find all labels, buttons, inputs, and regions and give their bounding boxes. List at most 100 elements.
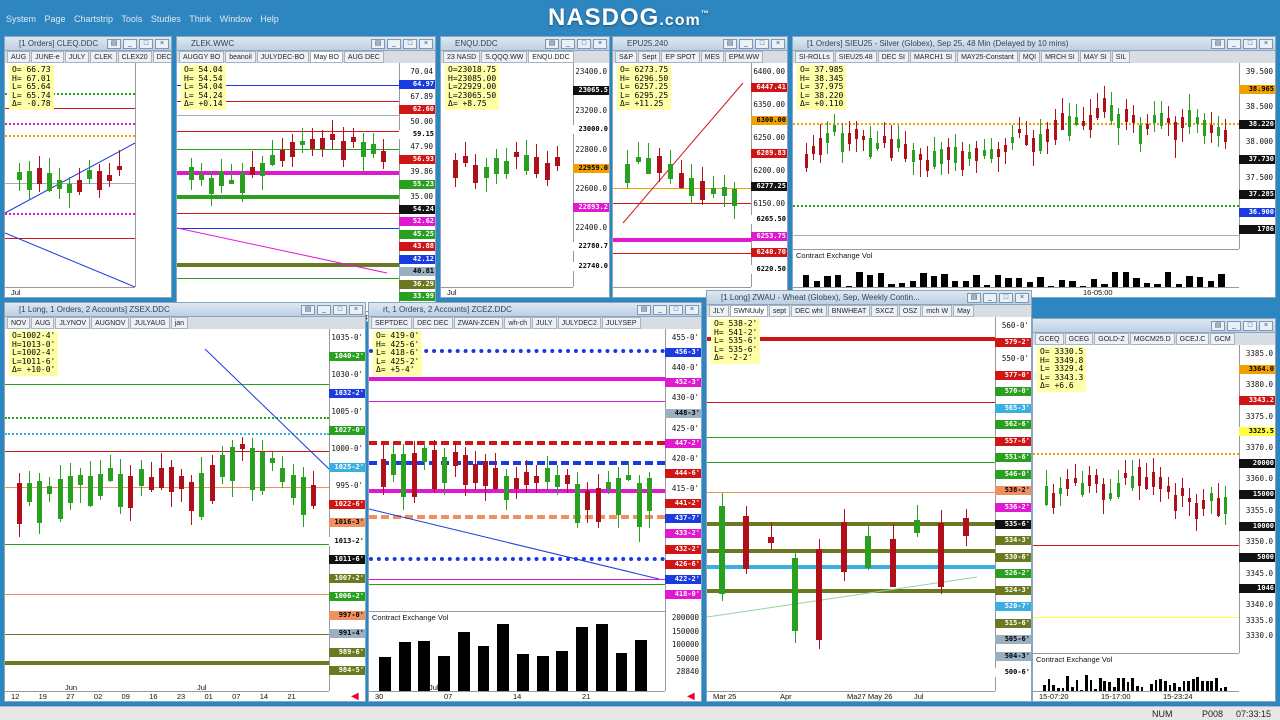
tab-june-e[interactable]: JUNE-e [31, 51, 64, 63]
tab-julyaug[interactable]: JULYAUG [130, 317, 170, 329]
chart-window-zcez[interactable]: rt, 1 Orders, 2 Accounts] ZCEZ.DDC ▤ _ □ × SE… [368, 302, 702, 702]
menu-items[interactable]: System Page Chartstrip Tools Studies Thi… [6, 14, 279, 24]
close-button[interactable]: × [1015, 293, 1029, 303]
chart-icon[interactable]: ▤ [1211, 39, 1225, 49]
tab-sept[interactable]: Sept [638, 51, 661, 63]
trendline[interactable] [5, 142, 135, 214]
trendline[interactable] [369, 508, 660, 580]
chart-icon[interactable]: ▤ [637, 305, 651, 315]
close-button[interactable]: × [1259, 321, 1273, 331]
tab-septdec[interactable]: SEPTDEC [371, 317, 413, 329]
price-scale[interactable]: 23400.0 23065.5 23200.0 23000.0 22800.0 22959… [573, 63, 609, 287]
tab-july[interactable]: JULY [64, 51, 90, 63]
maximize-button[interactable]: □ [1243, 321, 1257, 331]
tab-clek[interactable]: CLEK [90, 51, 117, 63]
close-button[interactable]: × [771, 39, 785, 49]
tab-augnov[interactable]: AUGNOV [91, 317, 130, 329]
price-scale[interactable] [135, 63, 171, 287]
price-scale[interactable]: 6400.00 6447.41 6350.00 6300.00 6250.00 6289.… [751, 63, 787, 287]
tab-sept[interactable]: sept [768, 305, 791, 317]
tab-jan[interactable]: jan [170, 317, 188, 329]
chart-icon[interactable]: ▤ [301, 305, 315, 315]
tab-july[interactable]: JULY [532, 317, 557, 329]
tab-aug[interactable]: AUG [7, 51, 31, 63]
maximize-button[interactable]: □ [333, 305, 347, 315]
price-scale[interactable]: 560-0' 579-2' 550-0' 577-0' 570-0' 565-3' 562-… [995, 317, 1031, 691]
maximize-button[interactable]: □ [755, 39, 769, 49]
maximize-button[interactable]: □ [577, 39, 591, 49]
price-scale[interactable]: 455-0' 456-3' 440-0' 452-3' 430-0' 448-3' 425-… [665, 329, 701, 611]
tab-auggy-bo[interactable]: AUGGY BO [179, 51, 225, 63]
chart-icon[interactable]: ▤ [371, 39, 385, 49]
chart-icon[interactable]: ▤ [545, 39, 559, 49]
tab-sxcz[interactable]: SXCZ [871, 305, 898, 317]
tab-dec-dec[interactable]: DEC DEC [413, 317, 453, 329]
tab-julydec2[interactable]: JULYDEC2 [557, 317, 601, 329]
minimize-button[interactable]: _ [387, 39, 401, 49]
tab-23-nasd[interactable]: 23 NASD [443, 51, 481, 63]
tab-osz[interactable]: OSZ [898, 305, 922, 317]
close-button[interactable]: × [419, 39, 433, 49]
chart-window-cleq[interactable]: [1 Orders] CLEQ.DDC ▤ _ □ × AUG JUNE-e JULY CLEK… [4, 36, 172, 298]
tab-dec[interactable]: DEC [152, 51, 171, 63]
tab-may-si[interactable]: MAY SI [1079, 51, 1111, 63]
tab-jly[interactable]: JLY [709, 305, 729, 317]
scroll-arrow-icon[interactable]: ◀ [687, 692, 697, 702]
price-plot[interactable] [5, 329, 329, 691]
tab-enqu-ddc[interactable]: ENQU.DDC [528, 51, 574, 63]
trendline[interactable] [5, 232, 135, 287]
trendline[interactable] [177, 227, 388, 274]
price-scale[interactable]: 70.04 64.97 67.89 62.60 50.00 59.15 47.90 56.93… [399, 63, 435, 311]
tab-nov[interactable]: NOV [7, 317, 31, 329]
maximize-button[interactable]: □ [999, 293, 1013, 303]
maximize-button[interactable]: □ [403, 39, 417, 49]
chart-window-zlek[interactable]: ZLEK.WWC ▤ _ □ × AUGGY BO beanoil JULYDEC-BO May… [176, 36, 436, 322]
tab-bnwheat[interactable]: BNWHEAT [827, 305, 871, 317]
scroll-arrow-icon[interactable]: ◀ [351, 692, 361, 702]
trendline[interactable] [707, 576, 978, 618]
chart-icon[interactable]: ▤ [967, 293, 981, 303]
tab-mes[interactable]: MES [700, 51, 724, 63]
maximize-button[interactable]: □ [139, 39, 153, 49]
maximize-button[interactable]: □ [1243, 39, 1257, 49]
tab-mrch-si[interactable]: MRCH SI [1041, 51, 1079, 63]
tab-s-p[interactable]: S&P [615, 51, 638, 63]
tab-aug-dec[interactable]: AUG DEC [343, 51, 384, 63]
close-button[interactable]: × [1259, 39, 1273, 49]
tab-march1-si[interactable]: MARCH1 SI [909, 51, 957, 63]
tab-may25-constant[interactable]: MAY25-Constant [957, 51, 1018, 63]
tab-mqi[interactable]: MQI [1018, 51, 1041, 63]
tab-dec-si[interactable]: DEC SI [877, 51, 909, 63]
chart-window-sieu25[interactable]: [1 Orders] SIEU25 - Silver (Globex), Sep… [792, 36, 1276, 298]
tab-clex20[interactable]: CLEX20 [117, 51, 152, 63]
chart-window-zwau[interactable]: [1 Long] ZWAU - Wheat (Globex), Sep, Wee… [706, 290, 1032, 702]
tab-epm-ww[interactable]: EPM.WW [724, 51, 764, 63]
tab-wh-ch[interactable]: wh-ch [504, 317, 531, 329]
tab-julydec-bo[interactable]: JULYDEC-BO [256, 51, 309, 63]
tab-mch-w[interactable]: mch W [922, 305, 953, 317]
chart-window-enqu[interactable]: ENQU.DDC ▤ _ □ × 23 NASD S.QQQ.WW ENQU.DDC 23400… [440, 36, 610, 298]
price-plot[interactable] [707, 317, 995, 691]
close-button[interactable]: × [593, 39, 607, 49]
tab-zwan-zcen[interactable]: ZWAN-ZCEN [453, 317, 504, 329]
tab-gcej-c[interactable]: GCEJ.C [1175, 333, 1210, 345]
price-scale[interactable]: 39.500 38.965 38.500 38.220 38.000 37.730 37.5… [1239, 63, 1275, 249]
tab-julysep[interactable]: JULYSEP [601, 317, 641, 329]
minimize-button[interactable]: _ [983, 293, 997, 303]
chart-icon[interactable]: ▤ [1211, 321, 1225, 331]
tab-s-qqq-ww[interactable]: S.QQQ.WW [481, 51, 528, 63]
close-button[interactable]: × [155, 39, 169, 49]
chart-icon[interactable]: ▤ [723, 39, 737, 49]
trendline[interactable] [204, 348, 329, 470]
chart-window-epu25[interactable]: EPU25.240 ▤ _ □ × S&P Sept EP SPOT MES EPM.WW 6400… [612, 36, 788, 298]
minimize-button[interactable]: _ [561, 39, 575, 49]
price-plot[interactable] [793, 63, 1239, 249]
tab-may[interactable]: May [953, 305, 975, 317]
tab-gceq[interactable]: GCEQ [1035, 333, 1064, 345]
tab-may-bo[interactable]: May BO [309, 51, 343, 63]
minimize-button[interactable]: _ [739, 39, 753, 49]
tab-dec-wht[interactable]: DEC wht [791, 305, 827, 317]
tab-sieu25-48[interactable]: SIEU25.48 [834, 51, 877, 63]
minimize-button[interactable]: _ [1227, 321, 1241, 331]
minimize-button[interactable]: _ [123, 39, 137, 49]
